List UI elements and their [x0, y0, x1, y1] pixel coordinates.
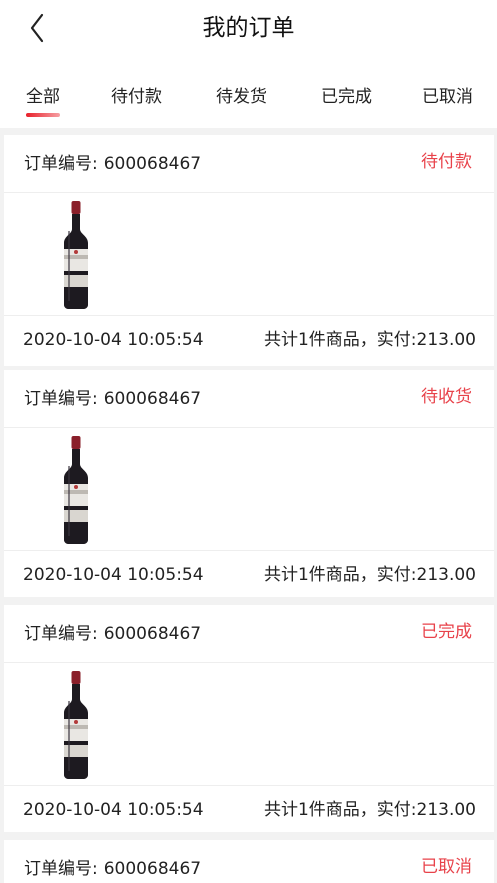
- product-image[interactable]: [56, 201, 96, 309]
- order-status: 待收货: [421, 387, 472, 407]
- order-status: 已完成: [421, 622, 472, 642]
- order-summary: 共计1件商品，实付:213.00: [263, 330, 476, 350]
- product-image[interactable]: [56, 436, 96, 544]
- order-header: 订单编号: 600068467 已完成: [4, 605, 494, 663]
- order-status: 已取消: [421, 857, 472, 877]
- order-number-value: 600068467: [103, 859, 202, 879]
- navigation-bar: 我的订单: [0, 0, 497, 56]
- order-card[interactable]: 订单编号: 600068467 待付款 2020-10-04 10:05:54 共…: [4, 135, 494, 366]
- order-status: 待付款: [421, 152, 472, 172]
- order-header: 订单编号: 600068467 待付款: [4, 135, 494, 193]
- order-card[interactable]: 订单编号: 600068467 已完成 2020-10-04 10:05:54 共…: [4, 605, 494, 832]
- order-number-value: 600068467: [103, 389, 202, 409]
- order-number-label: 订单编号:: [24, 859, 98, 879]
- order-footer: 2020-10-04 10:05:54 共计1件商品，实付:213.00: [4, 551, 494, 601]
- order-products[interactable]: [4, 193, 494, 316]
- tab-all[interactable]: 全部: [26, 85, 60, 109]
- order-products[interactable]: [4, 428, 494, 551]
- order-time: 2020-10-04 10:05:54: [23, 330, 204, 350]
- tab-completed[interactable]: 已完成: [321, 85, 372, 109]
- tab-cancelled[interactable]: 已取消: [422, 85, 473, 109]
- order-summary: 共计1件商品，实付:213.00: [263, 565, 476, 585]
- order-number: 订单编号: 600068467: [24, 387, 201, 411]
- order-time: 2020-10-04 10:05:54: [23, 800, 204, 820]
- tab-pending-payment[interactable]: 待付款: [111, 85, 162, 109]
- order-number: 订单编号: 600068467: [24, 857, 201, 881]
- order-header: 订单编号: 600068467 已取消: [4, 840, 494, 883]
- order-number-value: 600068467: [103, 154, 202, 174]
- order-time: 2020-10-04 10:05:54: [23, 565, 204, 585]
- order-summary: 共计1件商品，实付:213.00: [263, 800, 476, 820]
- order-products[interactable]: [4, 663, 494, 786]
- product-image[interactable]: [56, 671, 96, 779]
- order-number-value: 600068467: [103, 624, 202, 644]
- order-footer: 2020-10-04 10:05:54 共计1件商品，实付:213.00: [4, 786, 494, 836]
- order-number: 订单编号: 600068467: [24, 152, 201, 176]
- tab-active-indicator: [26, 113, 60, 117]
- order-card[interactable]: 订单编号: 600068467 待收货 2020-10-04 10:05:54 共…: [4, 370, 494, 597]
- order-header: 订单编号: 600068467 待收货: [4, 370, 494, 428]
- order-tabs: 全部 待付款 待发货 已完成 已取消: [0, 56, 497, 128]
- order-number: 订单编号: 600068467: [24, 622, 201, 646]
- order-footer: 2020-10-04 10:05:54 共计1件商品，实付:213.00: [4, 316, 494, 366]
- order-number-label: 订单编号:: [24, 624, 98, 644]
- order-number-label: 订单编号:: [24, 389, 98, 409]
- page-title: 我的订单: [202, 15, 295, 41]
- order-card[interactable]: 订单编号: 600068467 已取消: [4, 840, 494, 883]
- order-number-label: 订单编号:: [24, 154, 98, 174]
- tab-pending-shipment[interactable]: 待发货: [216, 85, 267, 109]
